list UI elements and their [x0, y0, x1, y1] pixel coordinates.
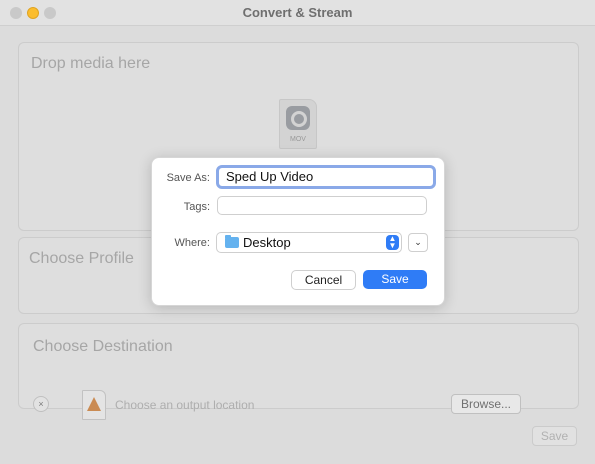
save-as-label: Save As:: [166, 172, 210, 184]
save-as-input[interactable]: Sped Up Video: [216, 165, 436, 189]
save-dialog: Save As: Sped Up Video Tags: Where: Desk…: [151, 157, 445, 306]
chevron-down-icon: ⌄: [414, 237, 422, 247]
tags-label: Tags:: [183, 201, 210, 213]
up-down-stepper-icon: ▲ ▼: [386, 235, 399, 250]
title-bar: Convert & Stream: [0, 0, 595, 26]
where-location-select[interactable]: Desktop ▲ ▼: [216, 232, 402, 253]
expand-dialog-button[interactable]: ⌄: [408, 233, 428, 252]
cancel-button[interactable]: Cancel: [291, 270, 356, 290]
window-title: Convert & Stream: [242, 5, 353, 20]
folder-icon: [225, 235, 239, 248]
tags-input[interactable]: [217, 196, 427, 215]
where-location-value: Desktop: [243, 235, 291, 250]
save-button[interactable]: Save: [363, 270, 427, 289]
where-label: Where:: [174, 237, 210, 249]
app-window: Convert & Stream Drop media here MOV Cho…: [0, 0, 595, 464]
